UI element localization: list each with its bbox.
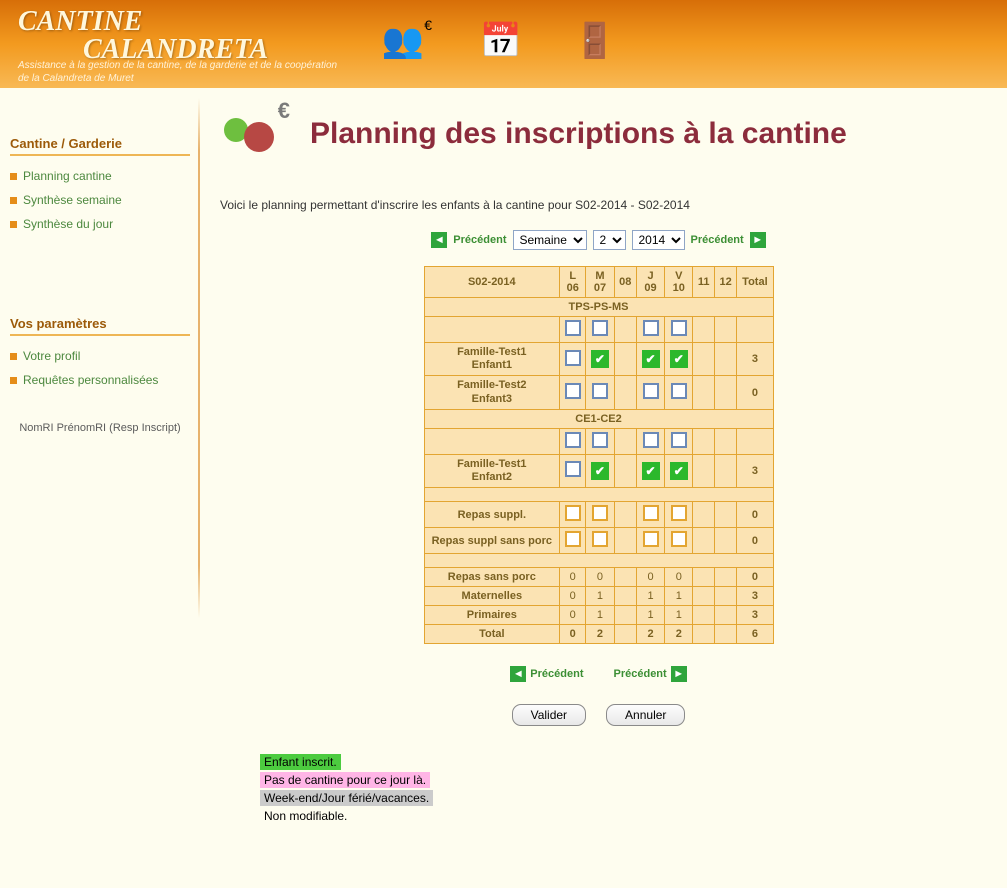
legend-readonly: Non modifiable. [260,808,351,824]
checkbox[interactable] [565,531,581,547]
main: € Planning des inscriptions à la cantine… [200,88,1007,888]
select-all-checkbox[interactable] [643,432,659,448]
header: CANTINECALANDRETA Assistance à la gestio… [0,0,1007,88]
sidebar-item-planning[interactable]: Planning cantine [8,164,192,188]
select-all-checkbox[interactable] [592,432,608,448]
select-all-checkbox[interactable] [565,432,581,448]
student-row: Famille-Test2Enfant30 [424,376,773,409]
checkbox[interactable] [643,505,659,521]
select-all-checkbox[interactable] [643,320,659,336]
checkbox[interactable] [592,383,608,399]
planning-table: S02-2014 L06M0708 J09V101112 Total TPS-P… [424,266,774,644]
student-row: Famille-Test1Enfant1✔✔✔3 [424,343,773,376]
select-all-checkbox[interactable] [592,320,608,336]
legend: Enfant inscrit. Pas de cantine pour ce j… [260,754,977,826]
legend-closed: Week-end/Jour férié/vacances. [260,790,433,806]
checkbox-checked[interactable]: ✔ [670,462,688,480]
legend-nocantine: Pas de cantine pour ce jour là. [260,772,430,788]
checkbox-checked[interactable]: ✔ [642,462,660,480]
page-title: Planning des inscriptions à la cantine [310,117,847,151]
users-euro-icon[interactable]: 👥€ [380,12,434,70]
year-select[interactable]: 2014 [632,230,685,250]
sidebar-current-user: NomRI PrénomRI (Resp Inscript) [8,422,192,434]
checkbox-checked[interactable]: ✔ [670,350,688,368]
next-label[interactable]: Précédent [691,234,744,246]
checkbox[interactable] [671,383,687,399]
count-row: Maternelles01113 [424,587,773,606]
sidebar-item-synth-day[interactable]: Synthèse du jour [8,212,192,236]
class-header: TPS-PS-MS [424,298,773,317]
checkbox-checked[interactable]: ✔ [642,350,660,368]
checkbox[interactable] [592,531,608,547]
bottom-pager: ◄Précédent Précédent► [220,666,977,682]
page-intro: Voici le planning permettant d'inscrire … [220,198,977,212]
suppl-row: Repas suppl sans porc0 [424,528,773,554]
next-link[interactable]: Précédent► [614,666,687,682]
checkbox[interactable] [565,350,581,366]
app-title: CANTINECALANDRETA [18,8,268,64]
total-header: Total [737,267,773,298]
period-type-select[interactable]: Semaine [513,230,587,250]
checkbox[interactable] [671,531,687,547]
count-row: Repas sans porc00000 [424,568,773,587]
exit-icon[interactable]: 🚪 [568,12,622,70]
checkbox[interactable] [565,383,581,399]
week-label: S02-2014 [424,267,560,298]
app-subtitle: Assistance à la gestion de la cantine, d… [18,60,338,85]
period-pager: ◄ Précédent Semaine 2 2014 Précédent ► [220,230,977,250]
sidebar-item-queries[interactable]: Requêtes personnalisées [8,368,192,392]
prev-label[interactable]: Précédent [453,234,506,246]
checkbox[interactable] [643,383,659,399]
checkbox[interactable] [565,505,581,521]
calendar-icon[interactable]: 📅 [474,12,528,70]
header-row: S02-2014 L06M0708 J09V101112 Total [424,267,773,298]
suppl-row: Repas suppl.0 [424,502,773,528]
sidebar-item-synth-week[interactable]: Synthèse semaine [8,188,192,212]
sidebar: Cantine / Garderie Planning cantine Synt… [0,88,200,888]
prev-arrow-icon: ◄ [510,666,526,682]
count-row: Primaires01113 [424,606,773,625]
week-select[interactable]: 2 [593,230,626,250]
sidebar-section-params: Vos paramètres [10,316,190,336]
validate-button[interactable]: Valider [512,704,586,726]
student-row: Famille-Test1Enfant2✔✔✔3 [424,454,773,487]
next-arrow-icon[interactable]: ► [750,232,766,248]
users-euro-icon: € [220,104,286,164]
cancel-button[interactable]: Annuler [606,704,685,726]
checkbox[interactable] [592,505,608,521]
header-toolbar: 👥€ 📅 🚪 [380,12,622,70]
legend-registered: Enfant inscrit. [260,754,341,770]
prev-arrow-icon[interactable]: ◄ [431,232,447,248]
class-header: CE1-CE2 [424,409,773,428]
checkbox[interactable] [643,531,659,547]
select-all-checkbox[interactable] [671,432,687,448]
checkbox-checked[interactable]: ✔ [591,350,609,368]
checkbox-checked[interactable]: ✔ [591,462,609,480]
grand-total-row: Total 0 2 2 2 6 [424,625,773,644]
sidebar-item-profile[interactable]: Votre profil [8,344,192,368]
select-all-checkbox[interactable] [565,320,581,336]
select-all-checkbox[interactable] [671,320,687,336]
checkbox[interactable] [671,505,687,521]
next-arrow-icon: ► [671,666,687,682]
checkbox[interactable] [565,461,581,477]
prev-link[interactable]: ◄Précédent [510,666,583,682]
sidebar-section-cantine: Cantine / Garderie [10,136,190,156]
